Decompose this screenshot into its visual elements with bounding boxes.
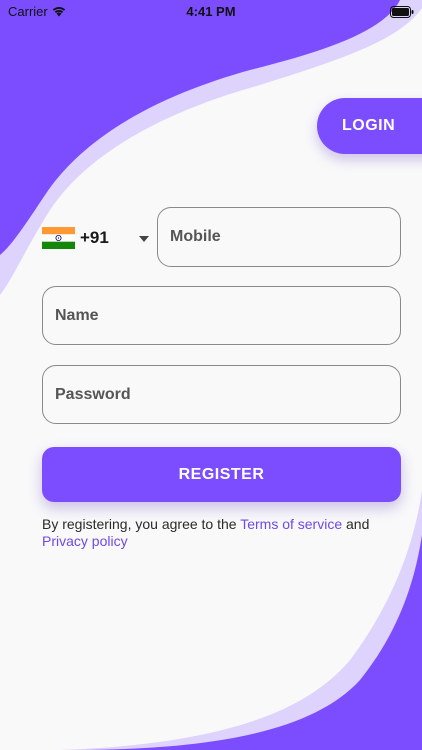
india-flag-icon: [42, 227, 75, 249]
status-time: 4:41 PM: [186, 4, 236, 19]
battery-icon: [390, 6, 414, 18]
password-placeholder: Password: [55, 385, 131, 403]
register-button[interactable]: REGISTER: [42, 447, 401, 502]
mobile-placeholder: Mobile: [170, 228, 221, 245]
name-placeholder: Name: [55, 306, 99, 324]
terms-prefix: By registering, you agree to the: [42, 516, 241, 532]
dropdown-triangle-icon: [139, 236, 149, 242]
terms-text: By registering, you agree to the Terms o…: [42, 516, 402, 550]
name-field[interactable]: Name: [42, 286, 401, 345]
register-screen: Carrier 4:41 PM LOGIN +91 Mobile Name Pa…: [0, 0, 422, 750]
mobile-field[interactable]: Mobile: [157, 207, 401, 267]
status-bar: Carrier 4:41 PM: [0, 0, 422, 24]
login-button[interactable]: LOGIN: [317, 98, 422, 154]
country-code-selector[interactable]: +91: [42, 218, 152, 258]
login-button-label: LOGIN: [342, 117, 396, 134]
dial-code: +91: [80, 228, 109, 247]
register-button-label: REGISTER: [178, 465, 265, 483]
password-field[interactable]: Password: [42, 365, 401, 424]
privacy-policy-link[interactable]: Privacy policy: [42, 533, 128, 549]
terms-of-service-link[interactable]: Terms of service: [240, 516, 342, 532]
terms-middle: and: [342, 516, 370, 532]
